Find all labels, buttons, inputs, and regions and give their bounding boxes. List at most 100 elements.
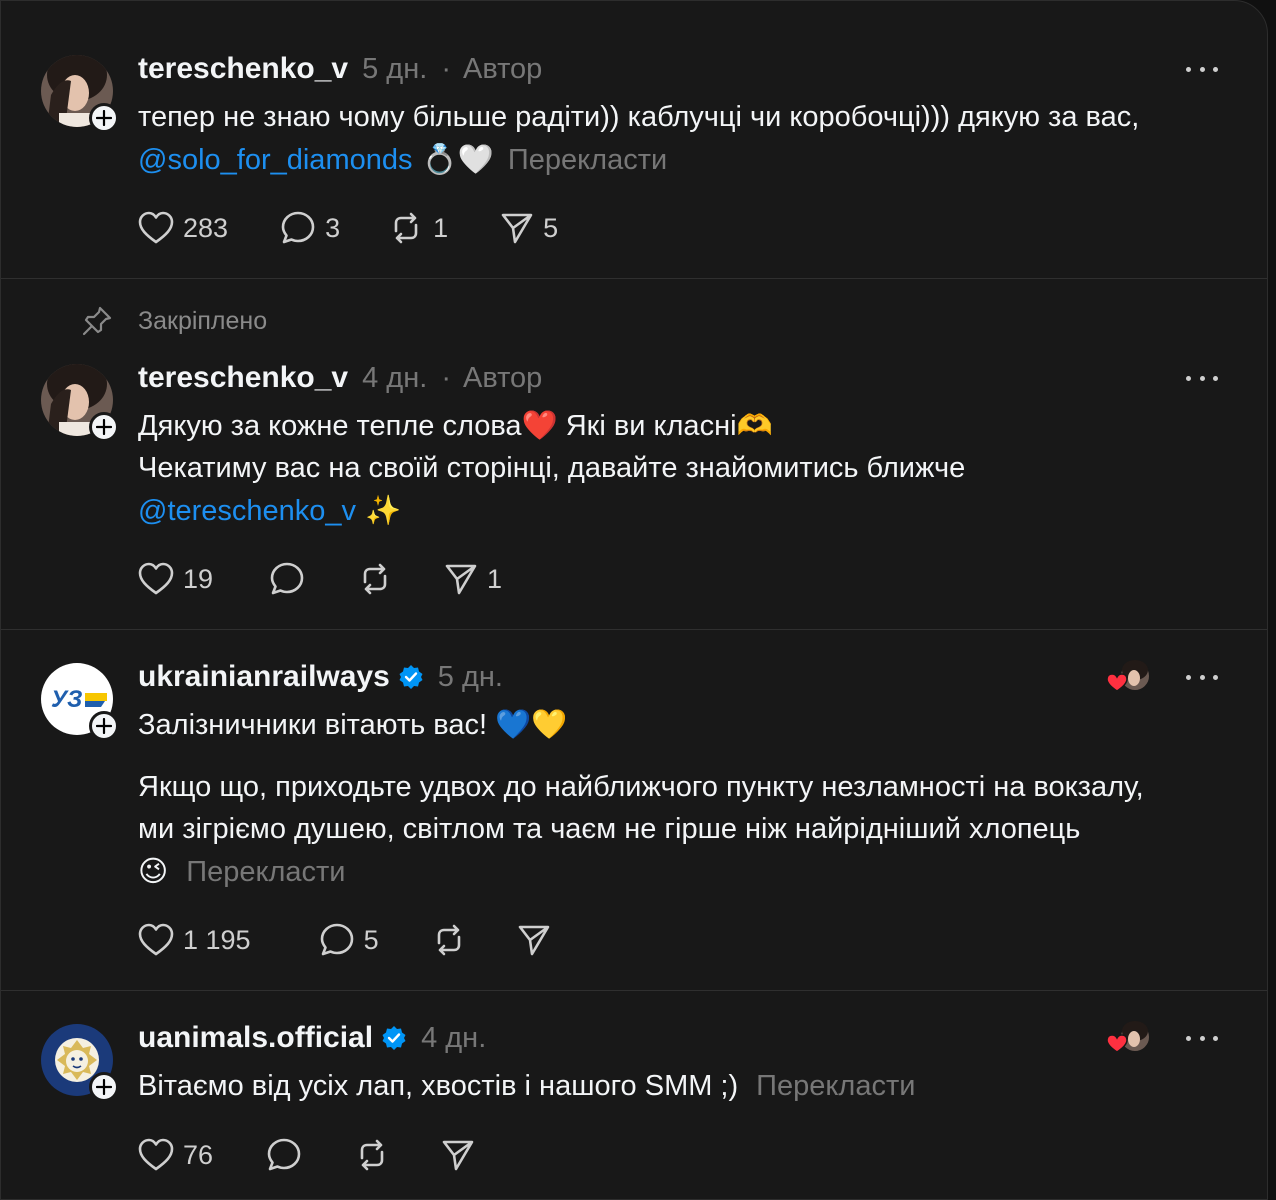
author-tag: Автор bbox=[462, 361, 543, 394]
heart-icon bbox=[1106, 1034, 1128, 1053]
pin-icon bbox=[82, 306, 112, 336]
like-count: 19 bbox=[183, 563, 214, 594]
like-count: 76 bbox=[183, 1139, 214, 1170]
post-text-line: @tereschenko_v ✨ bbox=[138, 489, 965, 532]
share-count: 5 bbox=[543, 212, 559, 243]
username[interactable]: ukrainianrailways bbox=[138, 660, 390, 694]
username[interactable]: uanimals.official bbox=[138, 1021, 373, 1055]
post-text: тепер не знаю чому більше радіти)) каблу… bbox=[138, 96, 1139, 181]
heart-icon bbox=[138, 562, 174, 595]
thread-feed: tereschenko_v 5 дн. · Автор тепер не зна… bbox=[0, 0, 1268, 1200]
post-text-line: Залізничники вітають вас! 💙💛 bbox=[138, 709, 568, 741]
avatar[interactable] bbox=[41, 1024, 119, 1102]
translate-link[interactable]: Перекласти bbox=[186, 856, 345, 888]
username[interactable]: tereschenko_v bbox=[138, 361, 348, 395]
share-icon bbox=[501, 213, 533, 244]
reply-button[interactable]: 3 bbox=[280, 210, 340, 246]
verified-icon bbox=[382, 1026, 406, 1050]
reply-icon bbox=[270, 562, 304, 595]
repost-icon bbox=[394, 212, 418, 244]
post-emoji: 😉 bbox=[138, 854, 169, 888]
post-time[interactable]: 4 дн. bbox=[362, 362, 427, 395]
post-emoji: 💍🤍 bbox=[412, 142, 494, 176]
follow-plus-icon[interactable] bbox=[89, 711, 119, 741]
more-icon[interactable] bbox=[1186, 59, 1218, 79]
follow-plus-icon[interactable] bbox=[89, 412, 119, 442]
post-time[interactable]: 4 дн. bbox=[421, 1022, 486, 1055]
repost-icon bbox=[363, 563, 387, 595]
post-emoji: ✨ bbox=[356, 493, 402, 527]
repost-icon bbox=[437, 924, 460, 956]
follow-plus-icon[interactable] bbox=[89, 1072, 119, 1102]
share-button[interactable]: 5 bbox=[500, 211, 558, 245]
post-time[interactable]: 5 дн. bbox=[438, 661, 503, 694]
avatar[interactable]: УЗ bbox=[41, 663, 119, 741]
reply-icon bbox=[281, 211, 315, 244]
reply-button[interactable] bbox=[269, 561, 305, 597]
post-text-line: Чекатиму вас на своїй сторінці, давайте … bbox=[138, 452, 966, 484]
like-button[interactable]: 1 195 bbox=[138, 923, 251, 957]
post-actions: 283 3 1 5 bbox=[138, 208, 558, 248]
avatar[interactable] bbox=[41, 55, 119, 133]
reply-icon bbox=[267, 1138, 301, 1171]
like-button[interactable]: 76 bbox=[138, 1138, 213, 1172]
share-button[interactable] bbox=[517, 923, 551, 957]
divider bbox=[1, 990, 1267, 991]
heart-icon bbox=[138, 211, 174, 244]
divider bbox=[1, 278, 1267, 279]
post-actions: 19 1 bbox=[138, 559, 502, 599]
post-text: Залізничники вітають вас! 💙💛 Якщо що, пр… bbox=[138, 704, 1144, 893]
share-button[interactable] bbox=[441, 1138, 475, 1172]
post-text-line: 😉 Перекласти bbox=[138, 850, 1144, 893]
like-button[interactable]: 283 bbox=[138, 211, 228, 245]
author-liked-indicator bbox=[1105, 660, 1153, 694]
svg-text:УЗ: УЗ bbox=[51, 686, 82, 713]
pinned-indicator: Закріплено bbox=[81, 305, 267, 337]
post-actions: 76 bbox=[138, 1135, 475, 1175]
translate-link[interactable]: Перекласти bbox=[508, 144, 667, 176]
post-header: ukrainianrailways 5 дн. bbox=[138, 657, 503, 697]
separator-dot: · bbox=[441, 52, 451, 85]
mention-link[interactable]: @solo_for_diamonds bbox=[138, 144, 412, 176]
author-tag: Автор bbox=[462, 52, 543, 85]
repost-icon bbox=[360, 1139, 384, 1171]
more-icon[interactable] bbox=[1186, 667, 1218, 687]
more-icon[interactable] bbox=[1186, 1028, 1218, 1048]
username[interactable]: tereschenko_v bbox=[138, 52, 348, 86]
heart-icon bbox=[1106, 673, 1128, 692]
share-button[interactable]: 1 bbox=[444, 562, 502, 596]
post-time[interactable]: 5 дн. bbox=[362, 53, 427, 86]
repost-button[interactable] bbox=[431, 922, 467, 958]
translate-link[interactable]: Перекласти bbox=[756, 1070, 915, 1102]
avatar[interactable] bbox=[41, 364, 119, 442]
share-icon bbox=[518, 925, 549, 956]
like-count: 283 bbox=[183, 212, 229, 243]
repost-count: 1 bbox=[433, 212, 449, 243]
post-text-line: ми зігріємо душею, світлом та чаєм не гі… bbox=[138, 813, 1081, 845]
more-icon[interactable] bbox=[1186, 368, 1218, 388]
post-header: tereschenko_v 4 дн. · Автор bbox=[138, 358, 542, 398]
heart-icon bbox=[138, 923, 174, 956]
post-header: tereschenko_v 5 дн. · Автор bbox=[138, 49, 542, 89]
post-text: Дякую за кожне тепле слова❤️ Які ви клас… bbox=[138, 405, 965, 532]
post-text-line: Дякую за кожне тепле слова❤️ Які ви клас… bbox=[138, 410, 773, 442]
reply-button[interactable]: 5 bbox=[319, 922, 379, 958]
heart-icon bbox=[138, 1138, 174, 1171]
reply-button[interactable] bbox=[266, 1137, 302, 1173]
repost-button[interactable] bbox=[357, 561, 393, 597]
post-text: Вітаємо від усіх лап, хвостів і нашого S… bbox=[138, 1065, 915, 1107]
repost-button[interactable] bbox=[354, 1137, 390, 1173]
like-button[interactable]: 19 bbox=[138, 562, 213, 596]
mention-link[interactable]: @tereschenko_v bbox=[138, 495, 356, 527]
reply-count: 5 bbox=[363, 924, 379, 955]
repost-button[interactable]: 1 bbox=[388, 210, 448, 246]
author-liked-indicator bbox=[1105, 1021, 1153, 1055]
post-text-line: @solo_for_diamonds 💍🤍 Перекласти bbox=[138, 138, 1139, 181]
separator-dot: · bbox=[441, 361, 451, 394]
post-header: uanimals.official 4 дн. bbox=[138, 1018, 486, 1058]
post-text-line: тепер не знаю чому більше радіти)) каблу… bbox=[138, 101, 1140, 133]
follow-plus-icon[interactable] bbox=[89, 103, 119, 133]
liker-avatar bbox=[1106, 660, 1151, 692]
share-icon bbox=[445, 564, 477, 595]
pinned-label: Закріплено bbox=[138, 307, 268, 335]
